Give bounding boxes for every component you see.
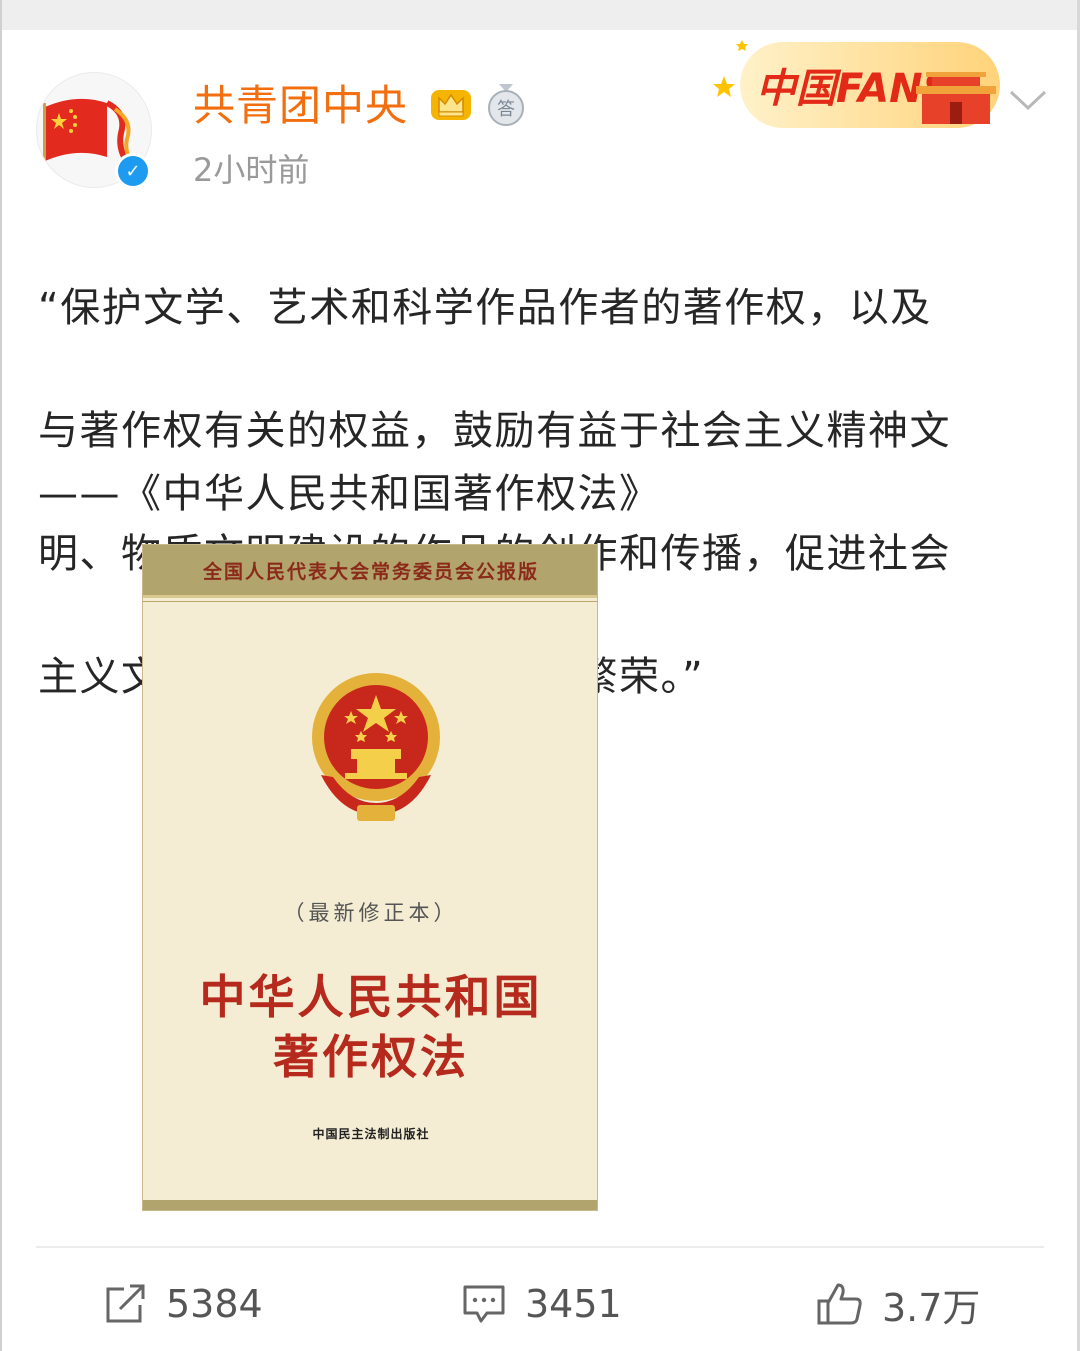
book-title-line: 中华人民共和国 bbox=[199, 970, 543, 1024]
comment-button[interactable]: 3451 bbox=[461, 1276, 622, 1332]
book-header-text: 全国人民代表大会常务委员会公报版 bbox=[202, 560, 539, 583]
crown-icon[interactable] bbox=[428, 84, 474, 126]
star-icon bbox=[736, 40, 748, 51]
checkmark-icon: ✓ bbox=[118, 156, 148, 186]
left-edge bbox=[0, 0, 2, 1351]
star-icon bbox=[713, 76, 735, 97]
book-publisher: 中国民主法制出版社 bbox=[312, 1127, 430, 1141]
book-edition: （最新修正本） bbox=[283, 901, 459, 925]
repost-button[interactable]: 5384 bbox=[102, 1276, 263, 1332]
post-text-line: 与著作权有关的权益，鼓励有益于社会主义精神文 bbox=[38, 407, 951, 454]
divider bbox=[36, 1246, 1044, 1248]
national-emblem-icon bbox=[312, 673, 440, 821]
post-text-line: “保护文学、艺术和科学作品作者的著作权，以及 bbox=[38, 284, 932, 331]
repost-count: 5384 bbox=[166, 1282, 263, 1326]
verified-badge: ✓ bbox=[115, 153, 151, 189]
post-timestamp: 2小时前 bbox=[193, 151, 310, 189]
comment-count: 3451 bbox=[525, 1282, 622, 1326]
book-rule bbox=[143, 601, 597, 602]
answer-medal-icon[interactable]: 答 bbox=[486, 82, 526, 128]
book-rule bbox=[143, 595, 597, 598]
thumbs-up-icon bbox=[817, 1283, 862, 1325]
book-header-band: 全国人民代表大会常务委员会公报版 bbox=[143, 545, 597, 595]
like-button[interactable]: 3.7万 bbox=[816, 1276, 980, 1332]
top-strip bbox=[0, 0, 1080, 30]
repost-icon bbox=[106, 1284, 145, 1323]
quote-source: ——《中华人民共和国著作权法》 bbox=[38, 471, 661, 517]
author-name[interactable]: 共青团中央 bbox=[193, 80, 408, 132]
china-fans-banner[interactable]: 中国FANS bbox=[710, 30, 1006, 134]
comment-icon bbox=[463, 1285, 505, 1323]
book-bottom-band bbox=[143, 1200, 597, 1210]
like-count: 3.7万 bbox=[882, 1285, 981, 1330]
post-image-book-cover[interactable]: 全国人民代表大会常务委员会公报版 （最新修正本） 中华人民共和国 著作权法 中国… bbox=[142, 544, 598, 1211]
medal-label: 答 bbox=[497, 99, 515, 120]
chevron-down-icon[interactable] bbox=[1005, 80, 1051, 120]
book-title-line: 著作权法 bbox=[273, 1030, 469, 1084]
